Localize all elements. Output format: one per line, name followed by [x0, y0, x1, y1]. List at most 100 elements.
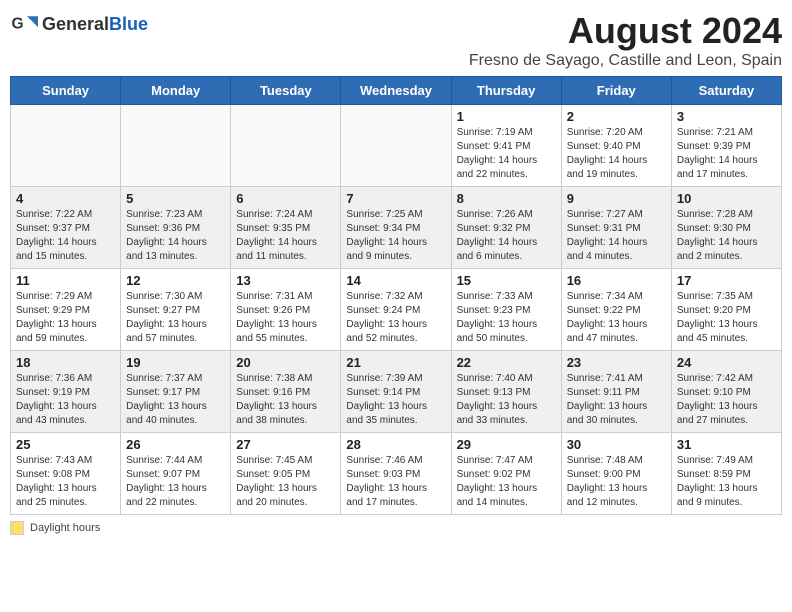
day-number: 9	[567, 191, 666, 206]
calendar-cell: 4 Sunrise: 7:22 AM Sunset: 9:37 PM Daylig…	[11, 187, 121, 269]
calendar-cell: 22 Sunrise: 7:40 AM Sunset: 9:13 PM Dayli…	[451, 351, 561, 433]
calendar-cell: 13 Sunrise: 7:31 AM Sunset: 9:26 PM Dayli…	[231, 269, 341, 351]
logo-blue-text: Blue	[109, 14, 148, 34]
day-number: 1	[457, 109, 556, 124]
calendar-table: SundayMondayTuesdayWednesdayThursdayFrid…	[10, 76, 782, 515]
calendar-row-1: 1 Sunrise: 7:19 AM Sunset: 9:41 PM Daylig…	[11, 105, 782, 187]
calendar-cell: 9Sunrise: 7:27 AM Sunset: 9:31 PM Daylig…	[561, 187, 671, 269]
day-number: 7	[346, 191, 445, 206]
day-info: Sunrise: 7:39 AM Sunset: 9:14 PM Dayligh…	[346, 372, 445, 428]
title-area: August 2024 Fresno de Sayago, Castille a…	[469, 10, 782, 70]
day-info: Sunrise: 7:38 AM Sunset: 9:16 PM Dayligh…	[236, 372, 335, 428]
day-info: Sunrise: 7:32 AM Sunset: 9:24 PM Dayligh…	[346, 290, 445, 346]
weekday-header-tuesday: Tuesday	[231, 77, 341, 105]
calendar-cell: 18 Sunrise: 7:36 AM Sunset: 9:19 PM Dayli…	[11, 351, 121, 433]
day-info: Sunrise: 7:36 AM Sunset: 9:19 PM Dayligh…	[16, 372, 115, 428]
calendar-cell: 15 Sunrise: 7:33 AM Sunset: 9:23 PM Dayli…	[451, 269, 561, 351]
day-number: 19	[126, 355, 225, 370]
day-number: 4	[16, 191, 115, 206]
legend-box	[10, 521, 24, 535]
day-info: Sunrise: 7:37 AM Sunset: 9:17 PM Dayligh…	[126, 372, 225, 428]
day-info: Sunrise: 7:24 AM Sunset: 9:35 PM Dayligh…	[236, 208, 335, 264]
day-number: 17	[677, 273, 776, 288]
calendar-cell: 7 Sunrise: 7:25 AM Sunset: 9:34 PM Daylig…	[341, 187, 451, 269]
calendar-cell: 20 Sunrise: 7:38 AM Sunset: 9:16 PM Dayli…	[231, 351, 341, 433]
day-number: 11	[16, 273, 115, 288]
calendar-cell: 27Sunrise: 7:45 AM Sunset: 9:05 PM Dayli…	[231, 433, 341, 515]
weekday-header-saturday: Saturday	[671, 77, 781, 105]
day-number: 25	[16, 437, 115, 452]
calendar-cell: 14 Sunrise: 7:32 AM Sunset: 9:24 PM Dayli…	[341, 269, 451, 351]
day-number: 20	[236, 355, 335, 370]
weekday-header-friday: Friday	[561, 77, 671, 105]
calendar-cell: 23Sunrise: 7:41 AM Sunset: 9:11 PM Dayli…	[561, 351, 671, 433]
calendar-cell: 16 Sunrise: 7:34 AM Sunset: 9:22 PM Dayli…	[561, 269, 671, 351]
day-info: Sunrise: 7:34 AM Sunset: 9:22 PM Dayligh…	[567, 290, 666, 346]
logo-general-text: General	[42, 14, 109, 34]
calendar-row-2: 4 Sunrise: 7:22 AM Sunset: 9:37 PM Daylig…	[11, 187, 782, 269]
legend-label: Daylight hours	[30, 522, 100, 534]
calendar-cell	[341, 105, 451, 187]
day-info: Sunrise: 7:25 AM Sunset: 9:34 PM Dayligh…	[346, 208, 445, 264]
day-info: Sunrise: 7:45 AM Sunset: 9:05 PM Dayligh…	[236, 454, 335, 510]
day-info: Sunrise: 7:41 AM Sunset: 9:11 PM Dayligh…	[567, 372, 666, 428]
day-number: 31	[677, 437, 776, 452]
day-number: 16	[567, 273, 666, 288]
day-number: 24	[677, 355, 776, 370]
day-number: 13	[236, 273, 335, 288]
calendar-cell: 6 Sunrise: 7:24 AM Sunset: 9:35 PM Daylig…	[231, 187, 341, 269]
calendar-cell: 29Sunrise: 7:47 AM Sunset: 9:02 PM Dayli…	[451, 433, 561, 515]
calendar-cell: 10Sunrise: 7:28 AM Sunset: 9:30 PM Dayli…	[671, 187, 781, 269]
calendar-cell: 5 Sunrise: 7:23 AM Sunset: 9:36 PM Daylig…	[121, 187, 231, 269]
day-number: 14	[346, 273, 445, 288]
calendar-body: 1 Sunrise: 7:19 AM Sunset: 9:41 PM Daylig…	[11, 105, 782, 515]
calendar-cell: 26 Sunrise: 7:44 AM Sunset: 9:07 PM Dayli…	[121, 433, 231, 515]
day-info: Sunrise: 7:28 AM Sunset: 9:30 PM Dayligh…	[677, 208, 776, 264]
day-info: Sunrise: 7:31 AM Sunset: 9:26 PM Dayligh…	[236, 290, 335, 346]
day-info: Sunrise: 7:44 AM Sunset: 9:07 PM Dayligh…	[126, 454, 225, 510]
weekday-header-thursday: Thursday	[451, 77, 561, 105]
day-info: Sunrise: 7:40 AM Sunset: 9:13 PM Dayligh…	[457, 372, 556, 428]
calendar-row-4: 18 Sunrise: 7:36 AM Sunset: 9:19 PM Dayli…	[11, 351, 782, 433]
calendar-cell: 2Sunrise: 7:20 AM Sunset: 9:40 PM Daylig…	[561, 105, 671, 187]
calendar-cell: 11Sunrise: 7:29 AM Sunset: 9:29 PM Dayli…	[11, 269, 121, 351]
calendar-cell: 1 Sunrise: 7:19 AM Sunset: 9:41 PM Daylig…	[451, 105, 561, 187]
day-number: 21	[346, 355, 445, 370]
day-info: Sunrise: 7:47 AM Sunset: 9:02 PM Dayligh…	[457, 454, 556, 510]
day-info: Sunrise: 7:33 AM Sunset: 9:23 PM Dayligh…	[457, 290, 556, 346]
day-info: Sunrise: 7:20 AM Sunset: 9:40 PM Dayligh…	[567, 126, 666, 182]
calendar-cell: 21 Sunrise: 7:39 AM Sunset: 9:14 PM Dayli…	[341, 351, 451, 433]
day-number: 22	[457, 355, 556, 370]
day-info: Sunrise: 7:49 AM Sunset: 8:59 PM Dayligh…	[677, 454, 776, 510]
day-number: 26	[126, 437, 225, 452]
day-number: 18	[16, 355, 115, 370]
logo: G GeneralBlue	[10, 10, 148, 38]
calendar-cell: 3Sunrise: 7:21 AM Sunset: 9:39 PM Daylig…	[671, 105, 781, 187]
legend: Daylight hours	[10, 521, 782, 535]
weekday-header-sunday: Sunday	[11, 77, 121, 105]
header: G GeneralBlue August 2024 Fresno de Saya…	[10, 10, 782, 70]
weekday-header-wednesday: Wednesday	[341, 77, 451, 105]
day-number: 15	[457, 273, 556, 288]
calendar-cell	[11, 105, 121, 187]
day-number: 6	[236, 191, 335, 206]
calendar-cell: 25Sunrise: 7:43 AM Sunset: 9:08 PM Dayli…	[11, 433, 121, 515]
day-number: 30	[567, 437, 666, 452]
calendar-row-3: 11Sunrise: 7:29 AM Sunset: 9:29 PM Dayli…	[11, 269, 782, 351]
weekday-header-row: SundayMondayTuesdayWednesdayThursdayFrid…	[11, 77, 782, 105]
day-info: Sunrise: 7:42 AM Sunset: 9:10 PM Dayligh…	[677, 372, 776, 428]
day-info: Sunrise: 7:22 AM Sunset: 9:37 PM Dayligh…	[16, 208, 115, 264]
day-number: 5	[126, 191, 225, 206]
calendar-cell: 12Sunrise: 7:30 AM Sunset: 9:27 PM Dayli…	[121, 269, 231, 351]
day-info: Sunrise: 7:48 AM Sunset: 9:00 PM Dayligh…	[567, 454, 666, 510]
day-info: Sunrise: 7:23 AM Sunset: 9:36 PM Dayligh…	[126, 208, 225, 264]
day-number: 12	[126, 273, 225, 288]
calendar-cell: 17Sunrise: 7:35 AM Sunset: 9:20 PM Dayli…	[671, 269, 781, 351]
day-info: Sunrise: 7:21 AM Sunset: 9:39 PM Dayligh…	[677, 126, 776, 182]
day-info: Sunrise: 7:19 AM Sunset: 9:41 PM Dayligh…	[457, 126, 556, 182]
calendar-cell: 19 Sunrise: 7:37 AM Sunset: 9:17 PM Dayli…	[121, 351, 231, 433]
day-info: Sunrise: 7:26 AM Sunset: 9:32 PM Dayligh…	[457, 208, 556, 264]
calendar-cell: 24 Sunrise: 7:42 AM Sunset: 9:10 PM Dayli…	[671, 351, 781, 433]
location: Fresno de Sayago, Castille and Leon, Spa…	[469, 52, 782, 70]
calendar-cell	[121, 105, 231, 187]
